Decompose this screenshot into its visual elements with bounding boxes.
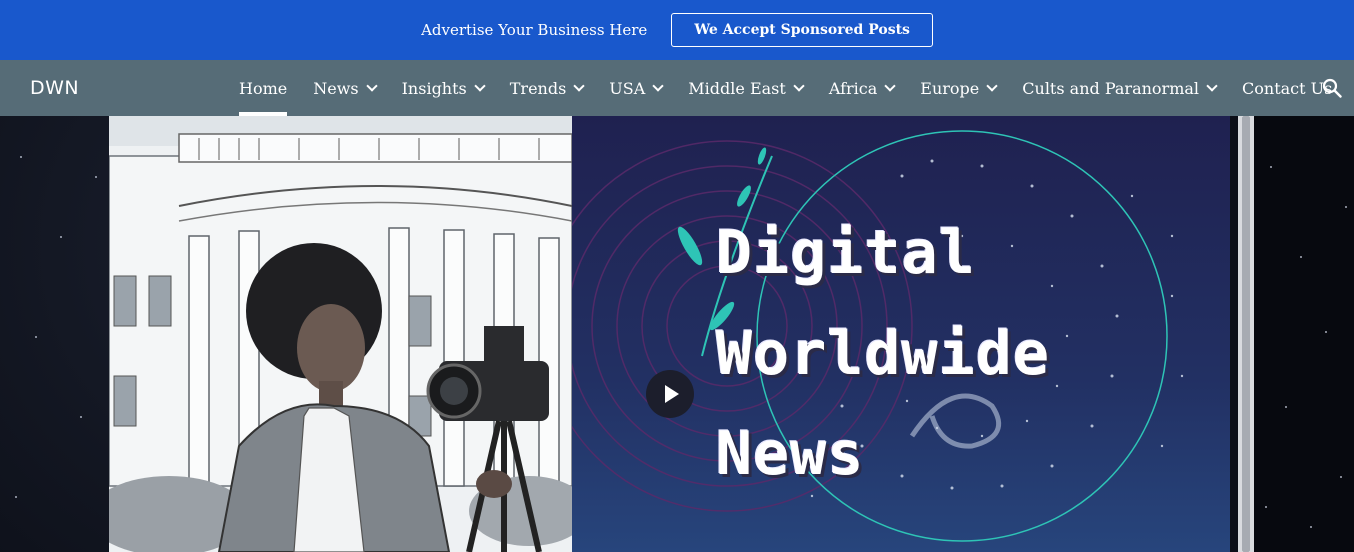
- nav-item-label: Cults and Paranormal: [1022, 78, 1200, 98]
- hero-title-line-3: News: [716, 419, 865, 489]
- nav-item-africa[interactable]: Africa: [828, 60, 896, 116]
- hero-title-line-1: Digital: [716, 218, 976, 288]
- nav-item-trends[interactable]: Trends: [509, 60, 585, 116]
- chevron-down-icon: [986, 80, 998, 92]
- nav-item-label: USA: [609, 78, 646, 98]
- chevron-down-icon: [1206, 80, 1218, 92]
- nav-item-europe[interactable]: Europe: [920, 60, 998, 116]
- nav-item-usa[interactable]: USA: [609, 60, 664, 116]
- nav-item-label: Home: [239, 78, 288, 98]
- promo-text: Advertise Your Business Here: [421, 21, 648, 39]
- sponsored-posts-button[interactable]: We Accept Sponsored Posts: [671, 13, 933, 47]
- nav-item-label: Africa: [828, 78, 878, 98]
- nav-menu: Home News Insights Trends USA Middle Eas…: [239, 60, 1332, 116]
- hero-illustration-journalist: [109, 116, 572, 552]
- nav-item-label: News: [313, 78, 359, 98]
- site-brand[interactable]: DWN: [30, 77, 79, 99]
- chevron-down-icon: [652, 80, 664, 92]
- nav-item-label: Trends: [509, 78, 567, 98]
- play-icon[interactable]: [646, 370, 694, 418]
- main-nav: DWN Home News Insights Trends USA Middle…: [0, 60, 1354, 116]
- nav-item-label: Insights: [401, 78, 467, 98]
- nav-item-label: Middle East: [688, 78, 786, 98]
- nav-item-home[interactable]: Home: [239, 60, 288, 116]
- search-icon[interactable]: [1322, 78, 1342, 98]
- hero-section: Digital Worldwide News: [0, 116, 1354, 552]
- nav-item-cults-and-paranormal[interactable]: Cults and Paranormal: [1022, 60, 1218, 116]
- chevron-down-icon: [365, 80, 378, 92]
- nav-item-label: Contact Us: [1242, 78, 1333, 98]
- chevron-down-icon: [474, 80, 486, 92]
- chevron-down-icon: [573, 80, 585, 92]
- scrollbar-thumb[interactable]: [1242, 116, 1250, 552]
- panel-edge: [1230, 116, 1238, 552]
- hero-title-line-2: Worldwide: [716, 319, 1051, 389]
- promo-bar: Advertise Your Business Here We Accept S…: [0, 0, 1354, 60]
- nav-item-contact-us[interactable]: Contact Us: [1242, 60, 1332, 116]
- nav-item-label: Europe: [920, 78, 980, 98]
- chevron-down-icon: [793, 80, 805, 92]
- nav-item-insights[interactable]: Insights: [401, 60, 486, 116]
- scrollbar[interactable]: [1238, 116, 1254, 552]
- nav-item-middle-east[interactable]: Middle East: [688, 60, 805, 116]
- nav-item-news[interactable]: News: [313, 60, 378, 116]
- chevron-down-icon: [884, 80, 896, 92]
